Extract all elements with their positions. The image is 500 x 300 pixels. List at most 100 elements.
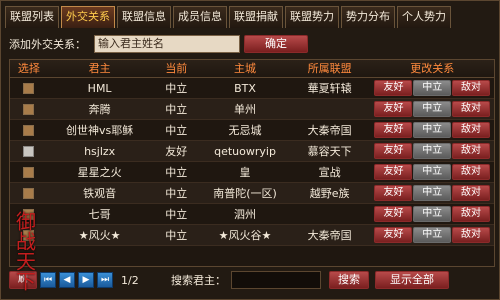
tab-bar: 联盟列表 外交关系 联盟信息 成员信息 联盟捐献 联盟势力 势力分布 个人势力 — [5, 6, 451, 30]
alliance-name: 慕容天下 — [307, 145, 352, 158]
game-logo: 御战天下 — [3, 206, 47, 296]
set-neutral-button[interactable]: 中立 — [413, 80, 452, 96]
row-select-checkbox[interactable] — [23, 166, 35, 178]
lord-name: 星星之火 — [77, 166, 122, 179]
main-city: 皇 — [239, 166, 251, 179]
main-city: qetuowryip — [214, 144, 276, 158]
row-select-checkbox[interactable] — [23, 103, 35, 115]
set-hostile-button[interactable]: 敌对 — [451, 206, 490, 222]
table-row: 铁观音 中立 南普陀(一区) 越野e族 友好 中立 敌对 — [10, 183, 494, 204]
search-lord-input[interactable] — [231, 271, 321, 289]
relation-actions: 友好 中立 敌对 — [370, 164, 494, 180]
set-friendly-button[interactable]: 友好 — [374, 227, 413, 243]
header-change-relation: 更改关系 — [410, 62, 455, 75]
tab-donation[interactable]: 联盟捐献 — [229, 6, 283, 28]
table-row: 奔腾 中立 单州 友好 中立 敌对 — [10, 99, 494, 120]
main-city: 南普陀(一区) — [213, 187, 277, 200]
set-hostile-button[interactable]: 敌对 — [451, 164, 490, 180]
relations-table: 选择 君主 当前 主城 所属联盟 更改关系 HML 中立 BTX 華夏轩辕 友好… — [9, 59, 495, 267]
table-row: 七哥 中立 泗州 友好 中立 敌对 — [10, 204, 494, 225]
lord-name-input[interactable]: 输入君主姓名 — [94, 35, 240, 53]
tab-alliance-info[interactable]: 联盟信息 — [117, 6, 171, 28]
set-neutral-button[interactable]: 中立 — [413, 227, 452, 243]
table-header: 选择 君主 当前 主城 所属联盟 更改关系 — [10, 60, 494, 78]
table-row: ★风火★ 中立 ★风火谷★ 大秦帝国 友好 中立 敌对 — [10, 225, 494, 246]
set-hostile-button[interactable]: 敌对 — [451, 80, 490, 96]
set-neutral-button[interactable]: 中立 — [413, 185, 452, 201]
relation-actions: 友好 中立 敌对 — [370, 185, 494, 201]
set-friendly-button[interactable]: 友好 — [374, 185, 413, 201]
tab-alliance-power[interactable]: 联盟势力 — [285, 6, 339, 28]
current-relation: 中立 — [165, 208, 188, 221]
show-all-button[interactable]: 显示全部 — [375, 271, 449, 289]
header-lord: 君主 — [88, 62, 111, 75]
current-relation: 中立 — [165, 166, 188, 179]
bottom-bar: 刷 ⏮ ◀ ▶ ⏭ 1/2 搜索君主： 搜索 显示全部 — [9, 269, 495, 291]
relation-actions: 友好 中立 敌对 — [370, 122, 494, 138]
set-hostile-button[interactable]: 敌对 — [451, 143, 490, 159]
prev-page-icon[interactable]: ◀ — [59, 272, 75, 288]
current-relation: 中立 — [165, 187, 188, 200]
table-row: hsjlzx 友好 qetuowryip 慕容天下 友好 中立 敌对 — [10, 141, 494, 162]
lord-name: 创世神vs耶稣 — [66, 124, 134, 137]
lord-name: hsjlzx — [84, 144, 116, 158]
set-friendly-button[interactable]: 友好 — [374, 122, 413, 138]
table-row: HML 中立 BTX 華夏轩辕 友好 中立 敌对 — [10, 78, 494, 99]
set-friendly-button[interactable]: 友好 — [374, 143, 413, 159]
last-page-icon[interactable]: ⏭ — [97, 272, 113, 288]
search-lord-label: 搜索君主： — [171, 274, 226, 287]
relation-actions: 友好 中立 敌对 — [370, 101, 494, 117]
row-select-checkbox[interactable] — [23, 82, 35, 94]
tab-personal-power[interactable]: 个人势力 — [397, 6, 451, 28]
alliance-name: 宣战 — [318, 166, 341, 179]
main-city: 单州 — [234, 103, 257, 116]
set-hostile-button[interactable]: 敌对 — [451, 185, 490, 201]
tab-member-info[interactable]: 成员信息 — [173, 6, 227, 28]
lord-name: 七哥 — [88, 208, 111, 221]
alliance-name: 華夏轩辕 — [307, 82, 352, 95]
set-neutral-button[interactable]: 中立 — [413, 122, 452, 138]
set-friendly-button[interactable]: 友好 — [374, 206, 413, 222]
set-neutral-button[interactable]: 中立 — [413, 206, 452, 222]
search-button[interactable]: 搜索 — [329, 271, 369, 289]
row-select-checkbox[interactable] — [23, 145, 35, 157]
alliance-name: 大秦帝国 — [307, 229, 352, 242]
set-neutral-button[interactable]: 中立 — [413, 164, 452, 180]
row-select-checkbox[interactable] — [23, 124, 35, 136]
set-friendly-button[interactable]: 友好 — [374, 101, 413, 117]
game-logo-text: 御战天下 — [12, 211, 37, 291]
tab-power-distribution[interactable]: 势力分布 — [341, 6, 395, 28]
relation-actions: 友好 中立 敌对 — [370, 80, 494, 96]
header-alliance: 所属联盟 — [307, 62, 352, 75]
current-relation: 友好 — [165, 145, 188, 158]
set-hostile-button[interactable]: 敌对 — [451, 227, 490, 243]
main-city: ★风火谷★ — [218, 229, 272, 242]
set-friendly-button[interactable]: 友好 — [374, 80, 413, 96]
set-friendly-button[interactable]: 友好 — [374, 164, 413, 180]
relation-actions: 友好 中立 敌对 — [370, 143, 494, 159]
set-neutral-button[interactable]: 中立 — [413, 101, 452, 117]
current-relation: 中立 — [165, 124, 188, 137]
tab-alliance-list[interactable]: 联盟列表 — [5, 6, 59, 28]
lord-name: HML — [87, 81, 112, 95]
current-relation: 中立 — [165, 103, 188, 116]
alliance-name: 越野e族 — [309, 187, 350, 200]
set-hostile-button[interactable]: 敌对 — [451, 101, 490, 117]
confirm-button[interactable]: 确定 — [244, 35, 308, 53]
relation-actions: 友好 中立 敌对 — [370, 206, 494, 222]
main-city: 泗州 — [234, 208, 257, 221]
header-select: 选择 — [17, 62, 40, 75]
relation-actions: 友好 中立 敌对 — [370, 227, 494, 243]
main-city: 无忌城 — [228, 124, 262, 137]
header-main-city: 主城 — [234, 62, 257, 75]
row-select-checkbox[interactable] — [23, 187, 35, 199]
alliance-name: 大秦帝国 — [307, 124, 352, 137]
tab-diplomacy[interactable]: 外交关系 — [61, 6, 115, 28]
alliance-diplomacy-panel: 联盟列表 外交关系 联盟信息 成员信息 联盟捐献 联盟势力 势力分布 个人势力 … — [0, 0, 500, 300]
next-page-icon[interactable]: ▶ — [78, 272, 94, 288]
add-relation-label: 添加外交关系： — [9, 38, 86, 51]
set-neutral-button[interactable]: 中立 — [413, 143, 452, 159]
set-hostile-button[interactable]: 敌对 — [451, 122, 490, 138]
lord-name: 铁观音 — [83, 187, 117, 200]
current-relation: 中立 — [165, 229, 188, 242]
